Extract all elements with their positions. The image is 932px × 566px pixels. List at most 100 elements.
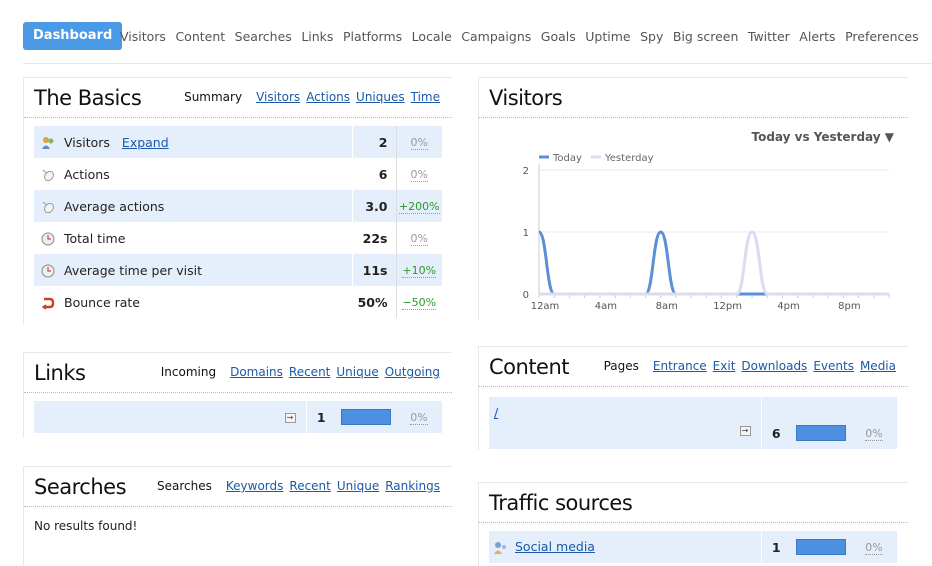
series-line-yesterday [539, 230, 889, 296]
table-row: → 1 0% [34, 401, 442, 433]
nav-item-twitter[interactable]: Twitter [748, 29, 790, 44]
tab-entrance[interactable]: Entrance [653, 359, 707, 373]
tab-incoming[interactable]: Incoming [161, 365, 216, 379]
compare-dropdown[interactable]: Today vs Yesterday ▼ [751, 130, 894, 144]
tab-searches[interactable]: Searches [157, 479, 212, 493]
nav-item-goals[interactable]: Goals [541, 29, 576, 44]
row-icon [34, 222, 62, 254]
x-tick-label: 4am [595, 301, 617, 312]
tab-summary[interactable]: Summary [184, 90, 242, 104]
tab-exit[interactable]: Exit [713, 359, 736, 373]
nav-item-links[interactable]: Links [301, 29, 333, 44]
nav-item-preferences[interactable]: Preferences [845, 29, 919, 44]
searches-header: Searches Searches Keywords Recent Unique Ran… [24, 467, 452, 507]
tab-keywords[interactable]: Keywords [226, 479, 284, 493]
links-header: Links Incoming Domains Recent Unique Outgoin… [24, 353, 452, 393]
tab-uniques[interactable]: Uniques [356, 90, 405, 104]
nav-items: Visitors Content Searches Links Platforms Loc… [120, 29, 928, 44]
bar-fill [796, 425, 846, 442]
nav-item-searches[interactable]: Searches [235, 29, 292, 44]
nav-item-content[interactable]: Content [175, 29, 225, 44]
no-results-text: No results found! [34, 519, 138, 533]
row-label: Total time [64, 230, 126, 246]
nav-item-platforms[interactable]: Platforms [343, 29, 402, 44]
row-pct: 0% [410, 167, 428, 182]
row-value: 3.0 [351, 190, 397, 222]
row-label: Bounce rate [64, 294, 140, 310]
content-page-link[interactable]: / [494, 405, 498, 420]
links-row-value: 1 [305, 401, 336, 433]
mouse-icon [42, 201, 54, 213]
nav-item-locale[interactable]: Locale [412, 29, 452, 44]
tab-unique-searches[interactable]: Unique [337, 479, 379, 493]
traffic-row-bar [791, 531, 851, 563]
expand-link[interactable]: Expand [122, 135, 169, 150]
links-panel: Links Incoming Domains Recent Unique Outgoin… [23, 352, 452, 438]
row-icon [34, 158, 62, 190]
tab-recent-searches[interactable]: Recent [289, 479, 330, 493]
traffic-panel: Traffic sources Social media 1 0% [478, 482, 908, 566]
x-tick-label: 4pm [777, 301, 799, 312]
nav-dashboard[interactable]: Dashboard [23, 22, 123, 50]
y-tick-label: 2 [523, 166, 529, 177]
tab-domains[interactable]: Domains [230, 365, 283, 379]
tab-rankings[interactable]: Rankings [385, 479, 440, 493]
traffic-title: Traffic sources [489, 491, 633, 515]
x-tick-label: 8pm [838, 301, 860, 312]
searches-tabs: Searches Keywords Recent Unique Rankings [157, 479, 440, 493]
basics-panel: The Basics Summary Visitors Actions Uniques… [23, 77, 452, 325]
visitors-header: Visitors [479, 78, 908, 118]
visitors-title: Visitors [489, 86, 563, 110]
tab-actions[interactable]: Actions [306, 90, 350, 104]
tab-events[interactable]: Events [813, 359, 854, 373]
traffic-header: Traffic sources [479, 483, 908, 523]
visitors-panel: Visitors Today vs Yesterday ▼ 0 1 2 12am 4am… [478, 77, 908, 320]
row-pct: 0% [396, 126, 442, 158]
nav-item-campaigns[interactable]: Campaigns [461, 29, 531, 44]
row-pct: 0% [410, 231, 428, 246]
table-row: Average time per visit 11s +10% [34, 254, 442, 286]
traffic-table: Social media 1 0% [489, 531, 897, 563]
x-tick-label: 12pm [713, 301, 742, 312]
x-tick-label: 12am [531, 301, 560, 312]
links-row-bar [336, 401, 396, 433]
links-table: → 1 0% [34, 401, 442, 433]
row-pct: +10% [396, 254, 442, 286]
social-media-link[interactable]: Social media [515, 539, 595, 554]
tab-time[interactable]: Time [411, 90, 440, 104]
basics-title: The Basics [34, 86, 142, 110]
jump-icon[interactable]: → [739, 425, 751, 436]
searches-title: Searches [34, 475, 127, 499]
traffic-row-value: 1 [760, 531, 791, 563]
nav-item-spy[interactable]: Spy [640, 29, 663, 44]
row-value: 50% [351, 286, 397, 318]
table-row: Total time 22s 0% [34, 222, 442, 254]
tab-downloads[interactable]: Downloads [741, 359, 807, 373]
nav-item-alerts[interactable]: Alerts [799, 29, 835, 44]
row-icon [34, 126, 62, 158]
traffic-row-label: Social media [489, 531, 761, 563]
content-title: Content [489, 355, 570, 379]
tab-media[interactable]: Media [860, 359, 896, 373]
nav-item-big-screen[interactable]: Big screen [673, 29, 739, 44]
table-row: Average actions 3.0 +200% [34, 190, 442, 222]
tab-pages[interactable]: Pages [604, 359, 639, 373]
content-row-label: / → [489, 397, 761, 449]
legend-label: Today [552, 153, 582, 164]
content-row-value: 6 [760, 397, 791, 449]
row-icon [34, 254, 62, 286]
nav-item-visitors[interactable]: Visitors [120, 29, 166, 44]
tab-unique[interactable]: Unique [336, 365, 378, 379]
row-label: Average time per visit [62, 254, 352, 286]
content-row-pct: 0% [851, 397, 897, 449]
jump-icon[interactable]: → [284, 413, 296, 423]
series-line-today [537, 230, 889, 296]
nav-item-uptime[interactable]: Uptime [585, 29, 630, 44]
tab-visitors[interactable]: Visitors [256, 90, 300, 104]
table-row: / → 6 0% [489, 397, 897, 449]
x-tick-label: 8am [656, 301, 678, 312]
links-row-label: → [34, 401, 306, 433]
basics-header: The Basics Summary Visitors Actions Uniques… [24, 78, 452, 118]
tab-outgoing[interactable]: Outgoing [385, 365, 440, 379]
tab-recent[interactable]: Recent [289, 365, 330, 379]
